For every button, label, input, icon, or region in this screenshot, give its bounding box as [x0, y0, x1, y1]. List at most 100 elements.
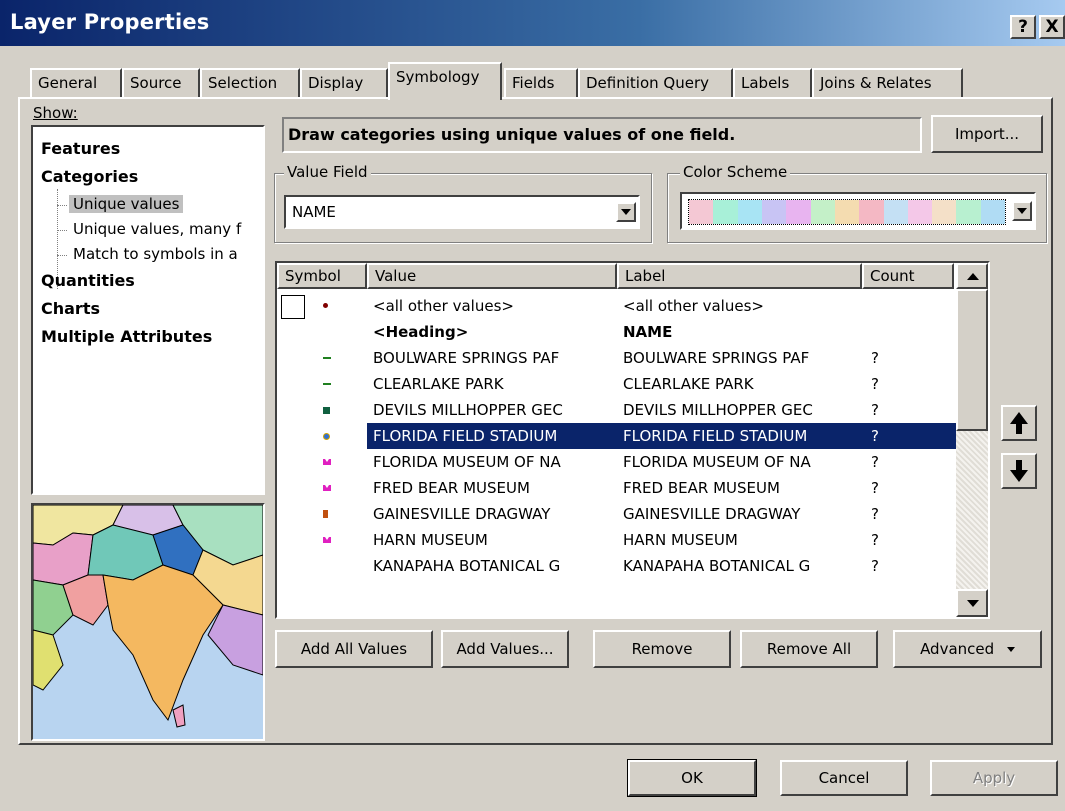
- label-cell[interactable]: DEVILS MILLHOPPER GEC: [623, 397, 859, 423]
- value-cell[interactable]: BOULWARE SPRINGS PAF: [373, 345, 613, 371]
- value-field-label: Value Field: [284, 163, 371, 181]
- label-cell[interactable]: BOULWARE SPRINGS PAF: [623, 345, 859, 371]
- label-cell[interactable]: NAME: [623, 319, 859, 345]
- col-header-value[interactable]: Value: [367, 263, 617, 289]
- show-item-categories[interactable]: Categories: [41, 167, 138, 186]
- ok-button[interactable]: OK: [627, 759, 757, 797]
- show-item-quantities[interactable]: Quantities: [41, 271, 135, 290]
- value-cell[interactable]: FLORIDA FIELD STADIUM: [373, 423, 613, 449]
- value-cell[interactable]: FRED BEAR MUSEUM: [373, 475, 613, 501]
- color-scheme-dropdown-icon[interactable]: [1012, 201, 1032, 221]
- table-row[interactable]: HARN MUSEUM HARN MUSEUM?: [277, 527, 949, 553]
- symbol-table[interactable]: Symbol Value Label Count <all other valu…: [275, 261, 990, 619]
- show-item-match-to-symbols[interactable]: Match to symbols in a: [73, 245, 263, 263]
- label-cell[interactable]: FRED BEAR MUSEUM: [623, 475, 859, 501]
- value-cell[interactable]: CLEARLAKE PARK: [373, 371, 613, 397]
- value-field-dropdown-icon[interactable]: [616, 202, 636, 222]
- show-item-unique-values-many-fields[interactable]: Unique values, many f: [73, 220, 263, 238]
- table-scrollbar[interactable]: [956, 263, 988, 617]
- tab-selection[interactable]: Selection: [200, 68, 300, 98]
- show-item-multiple-attributes[interactable]: Multiple Attributes: [41, 327, 212, 346]
- tab-definition-query[interactable]: Definition Query: [578, 68, 733, 98]
- scroll-up-button[interactable]: [956, 263, 988, 289]
- tree-branch: [57, 255, 67, 256]
- checkbox[interactable]: [281, 295, 305, 319]
- value-cell[interactable]: FLORIDA MUSEUM OF NA: [373, 449, 613, 475]
- value-cell[interactable]: GAINESVILLE DRAGWAY: [373, 501, 613, 527]
- move-down-button[interactable]: [1001, 453, 1037, 489]
- park-symbol-icon[interactable]: [323, 383, 331, 385]
- table-row[interactable]: CLEARLAKE PARK CLEARLAKE PARK?: [277, 371, 949, 397]
- col-header-label[interactable]: Label: [617, 263, 862, 289]
- label-cell[interactable]: GAINESVILLE DRAGWAY: [623, 501, 859, 527]
- table-row[interactable]: FLORIDA MUSEUM OF NA FLORIDA MUSEUM OF NA…: [277, 449, 949, 475]
- color-swatch: [786, 200, 811, 224]
- show-item-unique-values[interactable]: Unique values: [69, 195, 184, 213]
- table-row[interactable]: <all other values> <all other values>: [277, 293, 949, 319]
- table-row[interactable]: FRED BEAR MUSEUM FRED BEAR MUSEUM?: [277, 475, 949, 501]
- scroll-thumb[interactable]: [956, 289, 988, 431]
- col-header-count[interactable]: Count: [862, 263, 954, 289]
- value-cell[interactable]: <Heading>: [373, 319, 613, 345]
- color-swatch: [810, 200, 835, 224]
- title-bar[interactable]: Layer Properties ? X: [0, 0, 1065, 46]
- advanced-button[interactable]: Advanced: [893, 630, 1042, 668]
- import-button[interactable]: Import...: [931, 115, 1043, 153]
- dot-symbol-icon[interactable]: [323, 303, 328, 308]
- table-row[interactable]: BOULWARE SPRINGS PAF BOULWARE SPRINGS PAF…: [277, 345, 949, 371]
- count-cell: ?: [871, 479, 879, 497]
- count-cell: ?: [871, 401, 879, 419]
- tab-general[interactable]: General: [30, 68, 122, 98]
- label-cell[interactable]: FLORIDA MUSEUM OF NA: [623, 449, 859, 475]
- move-up-button[interactable]: [1001, 405, 1037, 441]
- apply-button[interactable]: Apply: [930, 760, 1058, 796]
- help-button[interactable]: ?: [1010, 15, 1036, 39]
- museum-symbol-icon[interactable]: [323, 485, 331, 491]
- add-values-button[interactable]: Add Values...: [441, 630, 569, 668]
- tab-fields[interactable]: Fields: [504, 68, 578, 98]
- scroll-down-button[interactable]: [956, 589, 988, 617]
- museum-symbol-icon[interactable]: [323, 459, 331, 465]
- color-ramp: [688, 199, 1006, 225]
- color-scheme-select[interactable]: [680, 192, 1036, 230]
- table-row[interactable]: FLORIDA FIELD STADIUM FLORIDA FIELD STADI…: [277, 423, 956, 449]
- tab-labels[interactable]: Labels: [733, 68, 812, 98]
- table-row[interactable]: DEVILS MILLHOPPER GEC DEVILS MILLHOPPER G…: [277, 397, 949, 423]
- value-cell[interactable]: HARN MUSEUM: [373, 527, 613, 553]
- label-cell[interactable]: CLEARLAKE PARK: [623, 371, 859, 397]
- color-swatch: [907, 200, 933, 224]
- show-item-charts[interactable]: Charts: [41, 299, 100, 318]
- geo-site-symbol-icon[interactable]: [323, 407, 330, 414]
- remove-all-button[interactable]: Remove All: [740, 630, 878, 668]
- color-swatch: [737, 200, 762, 224]
- value-cell[interactable]: DEVILS MILLHOPPER GEC: [373, 397, 613, 423]
- label-cell[interactable]: KANAPAHA BOTANICAL G: [623, 553, 859, 579]
- park-symbol-icon[interactable]: [323, 357, 331, 359]
- label-cell[interactable]: FLORIDA FIELD STADIUM: [623, 423, 859, 449]
- tab-joins-relates[interactable]: Joins & Relates: [812, 68, 963, 98]
- dragway-symbol-icon[interactable]: [323, 510, 328, 518]
- renderer-description: Draw categories using unique values of o…: [282, 117, 922, 153]
- close-button[interactable]: X: [1039, 15, 1065, 39]
- museum-symbol-icon[interactable]: [323, 537, 331, 543]
- value-cell[interactable]: <all other values>: [373, 293, 613, 319]
- table-row[interactable]: GAINESVILLE DRAGWAY GAINESVILLE DRAGWAY?: [277, 501, 949, 527]
- stadium-symbol-icon[interactable]: [323, 433, 330, 440]
- tab-symbology[interactable]: Symbology: [388, 62, 502, 100]
- add-all-values-button[interactable]: Add All Values: [275, 630, 433, 668]
- show-item-features[interactable]: Features: [41, 139, 120, 158]
- show-tree[interactable]: Features Categories Unique values Unique…: [31, 125, 265, 495]
- table-row[interactable]: <Heading> NAME: [277, 319, 949, 345]
- cancel-button[interactable]: Cancel: [780, 760, 908, 796]
- col-header-symbol[interactable]: Symbol: [277, 263, 367, 289]
- count-cell: ?: [871, 453, 879, 471]
- tab-source[interactable]: Source: [122, 68, 200, 98]
- label-cell[interactable]: <all other values>: [623, 293, 859, 319]
- value-cell[interactable]: KANAPAHA BOTANICAL G: [373, 553, 613, 579]
- label-cell[interactable]: HARN MUSEUM: [623, 527, 859, 553]
- value-field-select[interactable]: NAME: [284, 195, 640, 229]
- remove-button[interactable]: Remove: [593, 630, 731, 668]
- tab-display[interactable]: Display: [300, 68, 388, 98]
- table-row[interactable]: KANAPAHA BOTANICAL G KANAPAHA BOTANICAL G…: [277, 553, 949, 579]
- color-swatch: [859, 200, 884, 224]
